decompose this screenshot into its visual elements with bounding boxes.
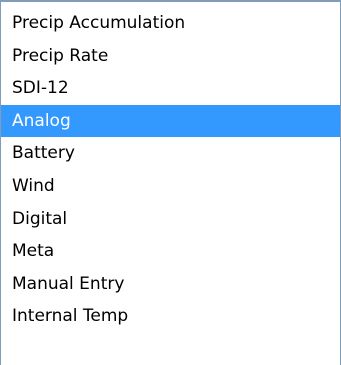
option-sdi-12[interactable]: SDI-12 (1, 72, 340, 105)
option-digital[interactable]: Digital (1, 203, 340, 236)
option-internal-temp[interactable]: Internal Temp (1, 300, 340, 333)
option-manual-entry[interactable]: Manual Entry (1, 268, 340, 301)
option-wind[interactable]: Wind (1, 170, 340, 203)
sensor-type-dropdown-list[interactable]: Precip Accumulation Precip Rate SDI-12 A… (0, 0, 341, 365)
option-meta[interactable]: Meta (1, 235, 340, 268)
option-battery[interactable]: Battery (1, 137, 340, 170)
option-analog[interactable]: Analog (1, 104, 340, 138)
option-precip-rate[interactable]: Precip Rate (1, 40, 340, 73)
option-precip-accumulation[interactable]: Precip Accumulation (1, 7, 340, 40)
